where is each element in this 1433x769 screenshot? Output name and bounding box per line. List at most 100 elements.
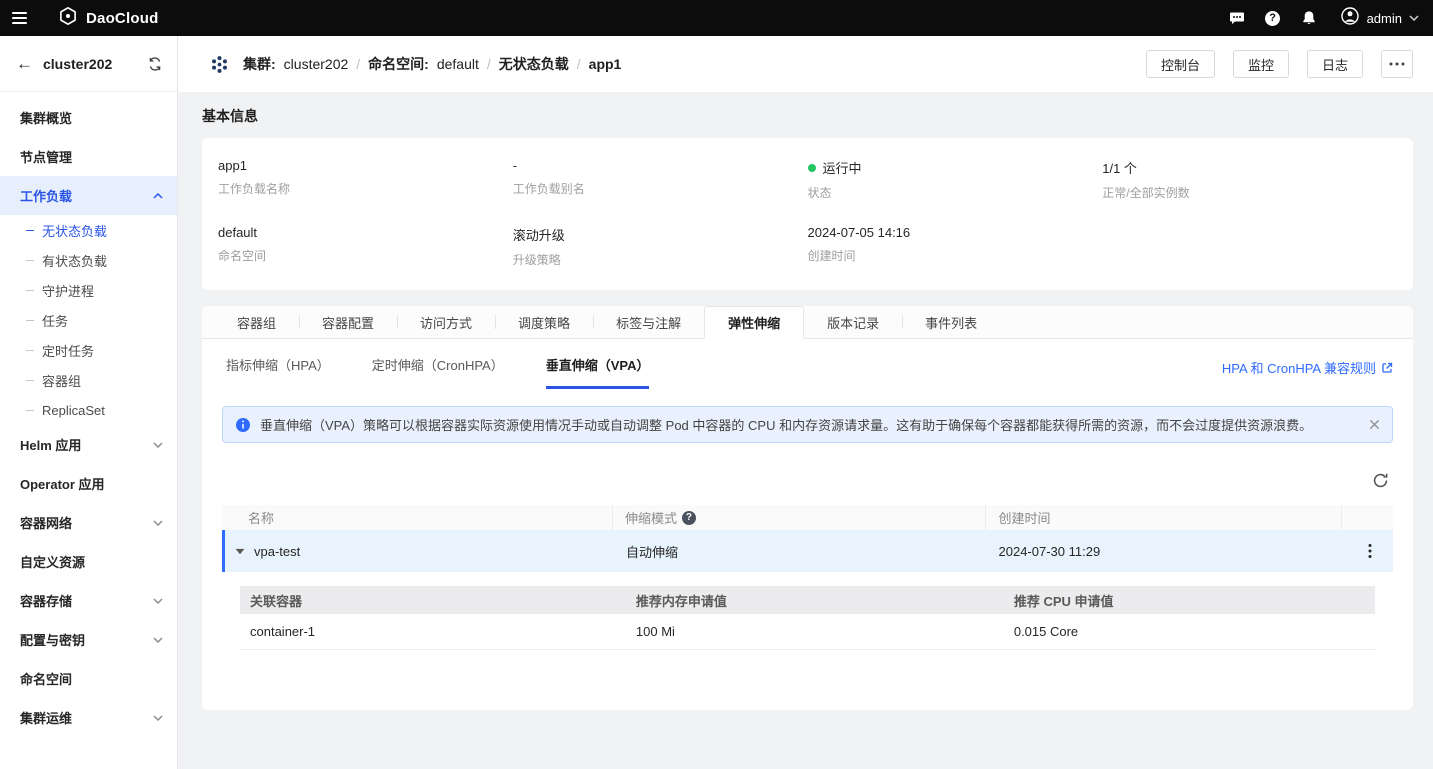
tab-access-method[interactable]: 访问方式 [397,306,495,338]
chevron-down-icon [153,442,163,448]
section-title: 基本信息 [202,106,1413,126]
chevron-down-icon [153,520,163,526]
sidebar-item-container-network[interactable]: 容器网络 [0,503,177,542]
hpa-cronhpa-rules-link[interactable]: HPA 和 CronHPA 兼容规则 [1222,358,1393,389]
info-field-created-at: 2024-07-05 14:16 创建时间 [808,225,1103,268]
info-field-workload-name: app1 工作负载名称 [218,158,513,201]
field-value: - [513,158,808,173]
table-header-row: 名称 伸缩模式 ? 创建时间 [222,505,1393,530]
tab-scheduling-policy[interactable]: 调度策略 [495,306,593,338]
console-button[interactable]: 控制台 [1146,50,1215,78]
info-field-instances: 1/1 个 正常/全部实例数 [1102,158,1397,201]
refresh-icon[interactable] [1368,468,1393,493]
collapse-caret-icon[interactable] [235,548,245,555]
sidebar-item-label: 容器存储 [20,591,153,610]
field-value: 1/1 个 [1102,158,1397,177]
vpa-created: 2024-07-30 11:29 [987,544,1342,559]
sidebar-item-label: 容器网络 [20,513,153,532]
breadcrumb-namespace-label: 命名空间: [368,54,429,74]
sidebar-item-workloads[interactable]: 工作负载 [0,176,177,215]
username: admin [1367,11,1402,26]
sidebar-item-cluster-ops[interactable]: 集群运维 [0,698,177,737]
field-label: 状态 [808,184,1103,201]
table-row-vpa-test[interactable]: vpa-test 自动伸缩 2024-07-30 11:29 [222,530,1393,572]
sidebar-item-stateless-workloads[interactable]: 无状态负载 [0,215,177,245]
subtab-cronhpa[interactable]: 定时伸缩（CronHPA） [372,355,504,389]
help-icon[interactable]: ? [682,511,696,525]
field-value: app1 [218,158,513,173]
nested-column-container: 关联容器 [240,591,626,610]
sidebar-item-node-management[interactable]: 节点管理 [0,137,177,176]
row-actions-kebab-icon[interactable] [1368,543,1372,559]
info-alert: 垂直伸缩（VPA）策略可以根据容器实际资源使用情况手动或自动调整 Pod 中容器… [222,406,1393,443]
monitor-button[interactable]: 监控 [1233,50,1289,78]
column-header-mode: 伸缩模式 ? [612,505,986,530]
row-name-cell: vpa-test [225,544,614,559]
column-header-name: 名称 [222,505,612,530]
header-actions: 控制台 监控 日志 [1146,50,1413,78]
breadcrumb-separator: / [577,56,581,72]
nested-column-cpu: 推荐 CPU 申请值 [1004,591,1375,610]
column-header-actions [1341,505,1393,530]
tree-dash [26,410,34,411]
main-content: 集群: cluster202 / 命名空间: default / 无状态负载 /… [178,36,1433,769]
sidebar-item-replicaset[interactable]: ReplicaSet [0,395,177,425]
tab-pods[interactable]: 容器组 [214,306,299,338]
tree-dash [26,290,34,291]
notifications-bell-icon[interactable] [1294,3,1324,33]
external-link-icon [1381,362,1393,374]
sidebar-item-container-storage[interactable]: 容器存储 [0,581,177,620]
sidebar-nav: 集群概览 节点管理 工作负载 无状态负载 有状态负载 守护进程 任务 定时任务 … [0,92,177,737]
more-actions-button[interactable] [1381,50,1413,78]
menu-toggle-button[interactable] [12,4,40,32]
sidebar-item-label: 容器组 [42,371,81,390]
sidebar-item-operator-apps[interactable]: Operator 应用 [0,464,177,503]
sidebar-item-label: 工作负载 [20,186,153,205]
back-button[interactable]: ← [16,55,33,72]
tab-event-list[interactable]: 事件列表 [902,306,1000,338]
breadcrumb-cluster-value[interactable]: cluster202 [284,56,349,72]
column-header-label: 创建时间 [998,508,1050,527]
sidebar-item-cluster-overview[interactable]: 集群概览 [0,98,177,137]
sidebar-item-namespaces[interactable]: 命名空间 [0,659,177,698]
page-body: 基本信息 app1 工作负载名称 - 工作负载别名 运行中 [178,92,1433,769]
sidebar-item-label: 节点管理 [20,147,163,166]
tab-autoscaling[interactable]: 弹性伸缩 [704,306,804,339]
sidebar-item-jobs[interactable]: 任务 [0,305,177,335]
cluster-name: cluster202 [43,56,137,72]
app-root: DaoCloud ? [0,0,1433,769]
subtab-hpa[interactable]: 指标伸缩（HPA） [226,355,330,389]
chevron-up-icon [153,193,163,199]
sidebar-item-label: 集群概览 [20,108,163,127]
alert-message: 垂直伸缩（VPA）策略可以根据容器实际资源使用情况手动或自动调整 Pod 中容器… [260,415,1312,434]
tab-labels-annotations[interactable]: 标签与注解 [593,306,704,338]
brand-name: DaoCloud [86,10,158,27]
user-menu[interactable]: admin [1340,6,1419,31]
sidebar-item-helm-apps[interactable]: Helm 应用 [0,425,177,464]
tab-version-history[interactable]: 版本记录 [804,306,902,338]
brand[interactable]: DaoCloud [58,6,158,31]
sidebar-item-pods[interactable]: 容器组 [0,365,177,395]
close-icon[interactable] [1369,419,1380,430]
nested-table-row: container-1 100 Mi 0.015 Core [240,614,1375,650]
sidebar-item-config-secrets[interactable]: 配置与密钥 [0,620,177,659]
switch-cluster-icon[interactable] [147,56,163,72]
breadcrumb-namespace-value[interactable]: default [437,56,479,72]
sidebar-item-label: 命名空间 [20,669,163,688]
app-dots-icon [208,53,231,76]
sidebar-item-stateful-workloads[interactable]: 有状态负载 [0,245,177,275]
column-header-created: 创建时间 [985,505,1341,530]
vpa-name[interactable]: vpa-test [254,544,300,559]
tab-container-config[interactable]: 容器配置 [299,306,397,338]
status-running-dot [808,164,816,172]
help-icon[interactable]: ? [1258,3,1288,33]
breadcrumb-workload-type[interactable]: 无状态负载 [499,54,569,74]
sidebar-item-daemonsets[interactable]: 守护进程 [0,275,177,305]
detail-card: 容器组 容器配置 访问方式 调度策略 标签与注解 弹性伸缩 版本记录 事件列表 … [202,306,1413,710]
sidebar-item-label: 无状态负载 [42,221,107,240]
sidebar-item-cronjobs[interactable]: 定时任务 [0,335,177,365]
subtab-vpa[interactable]: 垂直伸缩（VPA） [546,355,650,389]
messages-icon[interactable] [1222,3,1252,33]
logs-button[interactable]: 日志 [1307,50,1363,78]
sidebar-item-custom-resources[interactable]: 自定义资源 [0,542,177,581]
